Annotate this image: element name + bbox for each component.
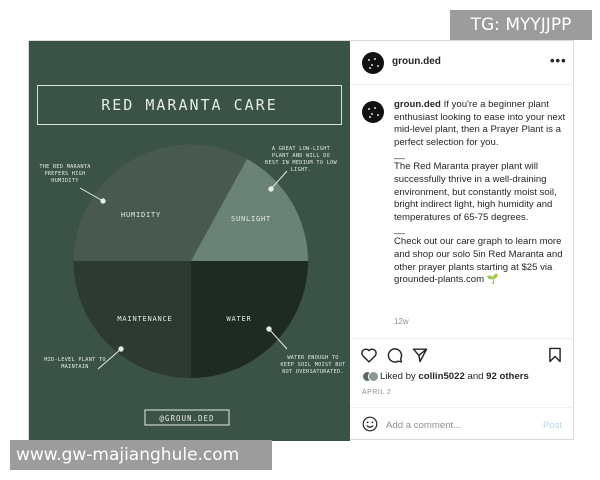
likes-text: Liked by collin5022 and 92 others	[380, 371, 529, 382]
comment-icon[interactable]	[386, 347, 403, 363]
caption-text: groun.ded If you're a beginner plant ent…	[394, 99, 572, 287]
liker-username[interactable]: collin5022	[418, 371, 464, 382]
likes-others[interactable]: 92 others	[486, 371, 529, 382]
smiley-icon[interactable]	[362, 416, 378, 432]
instagram-post: RED MARANTA CARE HUMIDITY SUNLIGHT MAINT…	[28, 40, 575, 441]
svg-text:BEST IN MEDIUM TO LOW: BEST IN MEDIUM TO LOW	[265, 160, 337, 166]
svg-text:HUMIDITY: HUMIDITY	[51, 178, 79, 184]
post-header: groun.ded •••	[350, 41, 575, 85]
label-humidity: HUMIDITY	[121, 211, 161, 219]
note-maintenance: MID-LEVEL PLANT TO MAINTAIN	[44, 357, 106, 370]
svg-text:A GREAT LOW-LIGHT: A GREAT LOW-LIGHT	[272, 146, 330, 152]
comment-bar: Add a comment... Post	[350, 407, 575, 441]
comment-input[interactable]: Add a comment...	[386, 420, 461, 431]
svg-text:LIGHT.: LIGHT.	[291, 167, 312, 173]
caption-avatar[interactable]	[362, 101, 384, 123]
svg-text:PLANT AND WILL DO: PLANT AND WILL DO	[272, 153, 330, 159]
svg-text:MAINTAIN: MAINTAIN	[61, 364, 88, 370]
post-date[interactable]: APRIL 2	[362, 389, 391, 396]
note-water: WATER ENOUGH TO KEEP SOIL MOIST BUT NOT …	[280, 355, 345, 375]
note-humidity: THE RED MARANTA PREFERS HIGH HUMIDITY	[39, 164, 91, 184]
avatar[interactable]	[362, 52, 384, 74]
svg-text:THE RED MARANTA: THE RED MARANTA	[39, 164, 91, 170]
header-username[interactable]: groun.ded	[392, 56, 441, 67]
label-maintenance: MAINTENANCE	[117, 315, 172, 323]
caption-paragraph-2: The Red Maranta prayer plant will succes…	[394, 161, 557, 223]
note-sunlight: A GREAT LOW-LIGHT PLANT AND WILL DO BEST…	[265, 146, 337, 173]
caption-separator: __	[394, 149, 405, 161]
likes-summary: Liked by collin5022 and 92 others	[362, 370, 572, 384]
share-icon[interactable]	[412, 347, 428, 363]
post-image[interactable]: RED MARANTA CARE HUMIDITY SUNLIGHT MAINT…	[29, 41, 350, 441]
post-sidebar: groun.ded ••• groun.ded If you're a begi…	[350, 41, 575, 441]
heart-icon[interactable]	[360, 347, 378, 363]
watermark-bottom: www.gw-majianghule.com	[10, 440, 272, 470]
svg-text:NOT OVERSATURATED.: NOT OVERSATURATED.	[282, 369, 344, 375]
care-pie-chart: HUMIDITY SUNLIGHT MAINTENANCE WATER THE …	[39, 144, 345, 426]
svg-text:WATER ENOUGH TO: WATER ENOUGH TO	[287, 355, 338, 361]
caption-separator: __	[394, 224, 405, 236]
svg-text:KEEP SOIL MOIST BUT: KEEP SOIL MOIST BUT	[280, 362, 345, 368]
caption-timestamp[interactable]: 12w	[394, 317, 409, 326]
footer-handle: @GROUN.DED	[159, 414, 214, 423]
caption-paragraph-3: Check out our care graph to learn more a…	[394, 236, 563, 286]
label-sunlight: SUNLIGHT	[231, 215, 271, 223]
action-bar	[350, 338, 575, 368]
bookmark-icon[interactable]	[548, 347, 562, 363]
post-comment-button[interactable]: Post	[543, 420, 562, 431]
more-horizontal-icon[interactable]: •••	[550, 53, 567, 68]
label-water: WATER	[226, 315, 251, 323]
liker-avatar[interactable]	[368, 371, 379, 382]
caption-username[interactable]: groun.ded	[394, 99, 441, 110]
svg-text:PREFERS HIGH: PREFERS HIGH	[44, 171, 85, 177]
watermark-top: TG: MYYJJPP	[450, 10, 592, 40]
svg-text:MID-LEVEL PLANT TO: MID-LEVEL PLANT TO	[44, 357, 106, 363]
